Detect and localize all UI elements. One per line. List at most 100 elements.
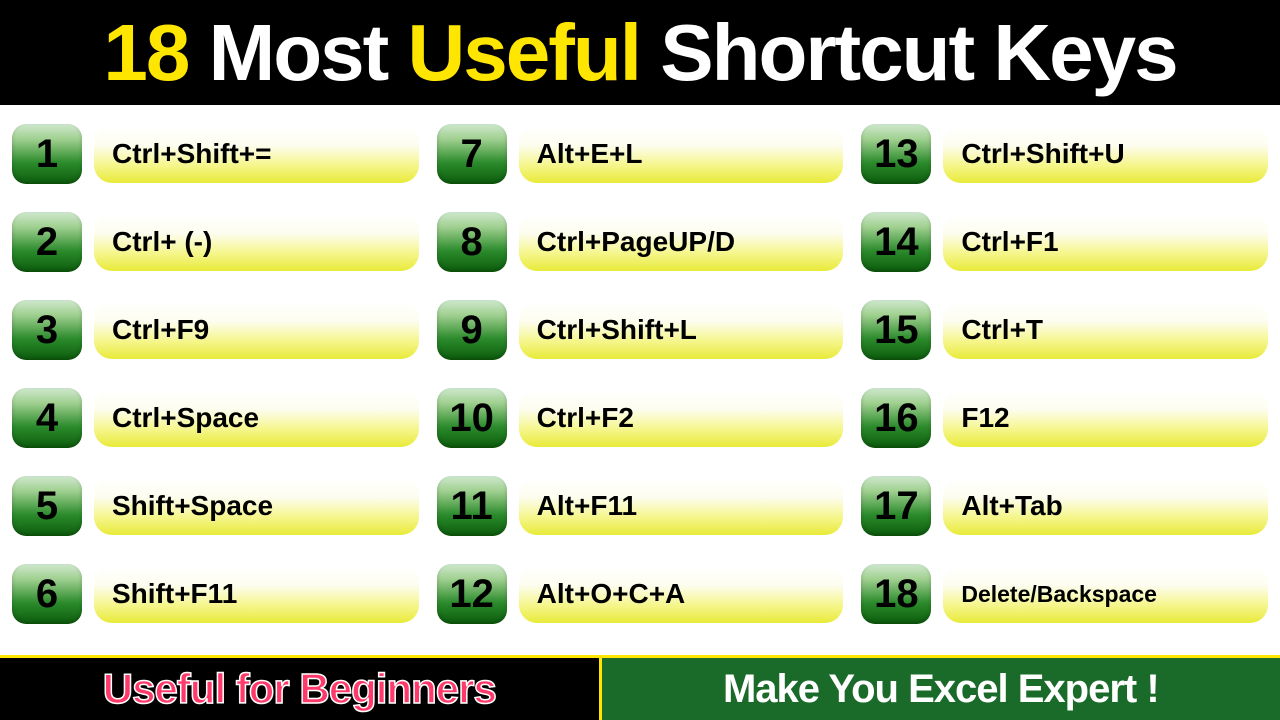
shortcut-text: Alt+F11 [537,490,637,522]
shortcut-pill: Delete/Backspace [943,565,1268,623]
shortcut-pill: Ctrl+F1 [943,213,1268,271]
shortcut-pill: Ctrl+Shift+L [519,301,844,359]
footer-right-text: Make You Excel Expert ! [723,667,1159,712]
shortcut-text: Alt+E+L [537,138,643,170]
shortcut-row: 8 Ctrl+PageUP/D [437,211,844,273]
column-1: 1 Ctrl+Shift+= 2 Ctrl+ (-) 3 Ctrl+F9 4 Ctrl+Spa… [12,123,419,645]
badge-number: 9 [461,310,483,350]
shortcut-text: Ctrl+Shift+L [537,314,697,346]
shortcut-pill: Ctrl+F2 [519,389,844,447]
number-badge: 2 [12,212,82,272]
shortcut-text: Ctrl+F9 [112,314,209,346]
shortcut-row: 1 Ctrl+Shift+= [12,123,419,185]
title-part-2: Most [188,8,407,97]
shortcut-text: Ctrl+F2 [537,402,634,434]
shortcut-row: 16 F12 [861,387,1268,449]
badge-number: 13 [874,134,919,174]
number-badge: 9 [437,300,507,360]
shortcut-row: 15 Ctrl+T [861,299,1268,361]
shortcut-row: 3 Ctrl+F9 [12,299,419,361]
number-badge: 4 [12,388,82,448]
badge-number: 10 [449,398,494,438]
badge-number: 6 [36,574,58,614]
shortcut-pill: Ctrl+F9 [94,301,419,359]
shortcut-pill: Ctrl+PageUP/D [519,213,844,271]
title-part-3: Useful [408,8,641,97]
shortcut-row: 14 Ctrl+F1 [861,211,1268,273]
shortcut-pill: Shift+F11 [94,565,419,623]
shortcut-text: Ctrl+PageUP/D [537,226,735,258]
badge-number: 12 [449,574,494,614]
badge-number: 1 [36,134,58,174]
shortcut-text: Shift+F11 [112,578,237,610]
title-part-1: 18 [103,8,188,97]
badge-number: 2 [36,222,58,262]
shortcut-text: Ctrl+F1 [961,226,1058,258]
title-part-4: Shortcut Keys [640,8,1177,97]
number-badge: 7 [437,124,507,184]
number-badge: 18 [861,564,931,624]
shortcut-row: 6 Shift+F11 [12,563,419,625]
footer-left-text: Useful for Beginners [103,665,496,713]
shortcut-text: Alt+O+C+A [537,578,686,610]
badge-number: 4 [36,398,58,438]
shortcut-row: 12 Alt+O+C+A [437,563,844,625]
shortcut-text: Ctrl+Shift+= [112,138,271,170]
shortcut-row: 13 Ctrl+Shift+U [861,123,1268,185]
number-badge: 14 [861,212,931,272]
number-badge: 13 [861,124,931,184]
number-badge: 10 [437,388,507,448]
shortcut-row: 18 Delete/Backspace [861,563,1268,625]
shortcut-pill: F12 [943,389,1268,447]
column-2: 7 Alt+E+L 8 Ctrl+PageUP/D 9 Ctrl+Shift+L 10 Ctr… [437,123,844,645]
shortcut-row: 5 Shift+Space [12,475,419,537]
footer-left-panel: Useful for Beginners [0,658,602,720]
number-badge: 17 [861,476,931,536]
shortcut-pill: Shift+Space [94,477,419,535]
shortcut-row: 7 Alt+E+L [437,123,844,185]
footer-right-panel: Make You Excel Expert ! [602,658,1280,720]
shortcut-text: Alt+Tab [961,490,1062,522]
shortcut-pill: Ctrl+T [943,301,1268,359]
shortcut-pill: Alt+O+C+A [519,565,844,623]
shortcut-text: Shift+Space [112,490,273,522]
number-badge: 11 [437,476,507,536]
badge-number: 17 [874,486,919,526]
badge-number: 18 [874,574,919,614]
shortcut-pill: Alt+F11 [519,477,844,535]
shortcut-pill: Alt+E+L [519,125,844,183]
badge-number: 16 [874,398,919,438]
number-badge: 5 [12,476,82,536]
shortcut-row: 17 Alt+Tab [861,475,1268,537]
shortcut-pill: Ctrl+ (-) [94,213,419,271]
number-badge: 12 [437,564,507,624]
shortcut-text: Delete/Backspace [961,581,1157,608]
number-badge: 3 [12,300,82,360]
shortcut-text: F12 [961,402,1009,434]
badge-number: 3 [36,310,58,350]
title-header: 18 Most Useful Shortcut Keys [0,0,1280,105]
shortcut-pill: Alt+Tab [943,477,1268,535]
shortcut-text: Ctrl+Space [112,402,259,434]
badge-number: 8 [461,222,483,262]
shortcut-row: 2 Ctrl+ (-) [12,211,419,273]
shortcut-pill: Ctrl+Space [94,389,419,447]
shortcut-text: Ctrl+Shift+U [961,138,1124,170]
number-badge: 16 [861,388,931,448]
badge-number: 15 [874,310,919,350]
shortcut-row: 4 Ctrl+Space [12,387,419,449]
footer-bar: Useful for Beginners Make You Excel Expe… [0,655,1280,720]
number-badge: 1 [12,124,82,184]
shortcut-row: 9 Ctrl+Shift+L [437,299,844,361]
number-badge: 6 [12,564,82,624]
shortcut-pill: Ctrl+Shift+U [943,125,1268,183]
badge-number: 5 [36,486,58,526]
shortcut-text: Ctrl+T [961,314,1043,346]
shortcut-grid: 1 Ctrl+Shift+= 2 Ctrl+ (-) 3 Ctrl+F9 4 Ctrl+Spa… [0,105,1280,655]
shortcut-row: 10 Ctrl+F2 [437,387,844,449]
badge-number: 11 [451,486,493,526]
title-text: 18 Most Useful Shortcut Keys [103,7,1176,99]
badge-number: 7 [461,134,483,174]
number-badge: 15 [861,300,931,360]
shortcut-row: 11 Alt+F11 [437,475,844,537]
